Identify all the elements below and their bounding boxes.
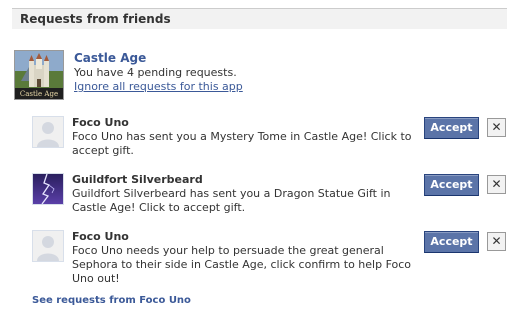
app-icon-caption: Castle Age [20, 90, 58, 98]
lightning-avatar-icon [33, 174, 63, 204]
request-item: Guildfort Silverbeard Guildfort Silverbe… [32, 173, 506, 221]
accept-button[interactable]: Accept [424, 231, 479, 253]
dismiss-button[interactable]: ✕ [487, 232, 506, 251]
accept-button[interactable]: Accept [424, 117, 479, 139]
avatar[interactable] [32, 116, 64, 148]
default-avatar-icon [33, 117, 63, 147]
request-message: Guildfort Silverbeard has sent you a Dra… [72, 187, 391, 214]
sender-name: Foco Uno [72, 230, 129, 243]
app-name-link[interactable]: Castle Age [74, 51, 146, 65]
ignore-all-link[interactable]: Ignore all requests for this app [74, 80, 243, 93]
accept-button[interactable]: Accept [424, 174, 479, 196]
default-avatar-icon [33, 231, 63, 261]
castle-icon-graphic: Castle Age [15, 51, 63, 99]
sender-name: Foco Uno [72, 116, 129, 129]
sender-name: Guildfort Silverbeard [72, 173, 203, 186]
request-item: Foco Uno Foco Uno has sent you a Mystery… [32, 116, 506, 164]
app-request-group: Castle Age Castle Age You have 4 pending… [14, 50, 494, 102]
request-item: Foco Uno Foco Uno needs your help to per… [32, 230, 506, 285]
dismiss-button[interactable]: ✕ [487, 175, 506, 194]
avatar[interactable] [32, 173, 64, 205]
requests-panel-header: Requests from friends [12, 8, 507, 29]
request-message: Foco Uno needs your help to persuade the… [72, 244, 412, 285]
pending-count-text: You have 4 pending requests. [74, 66, 237, 79]
see-more-requests-link[interactable]: See requests from Foco Uno [32, 295, 191, 306]
panel-title: Requests from friends [20, 12, 171, 26]
castle-icon[interactable]: Castle Age [14, 50, 64, 100]
avatar[interactable] [32, 230, 64, 262]
request-message: Foco Uno has sent you a Mystery Tome in … [72, 130, 412, 157]
dismiss-button[interactable]: ✕ [487, 118, 506, 137]
